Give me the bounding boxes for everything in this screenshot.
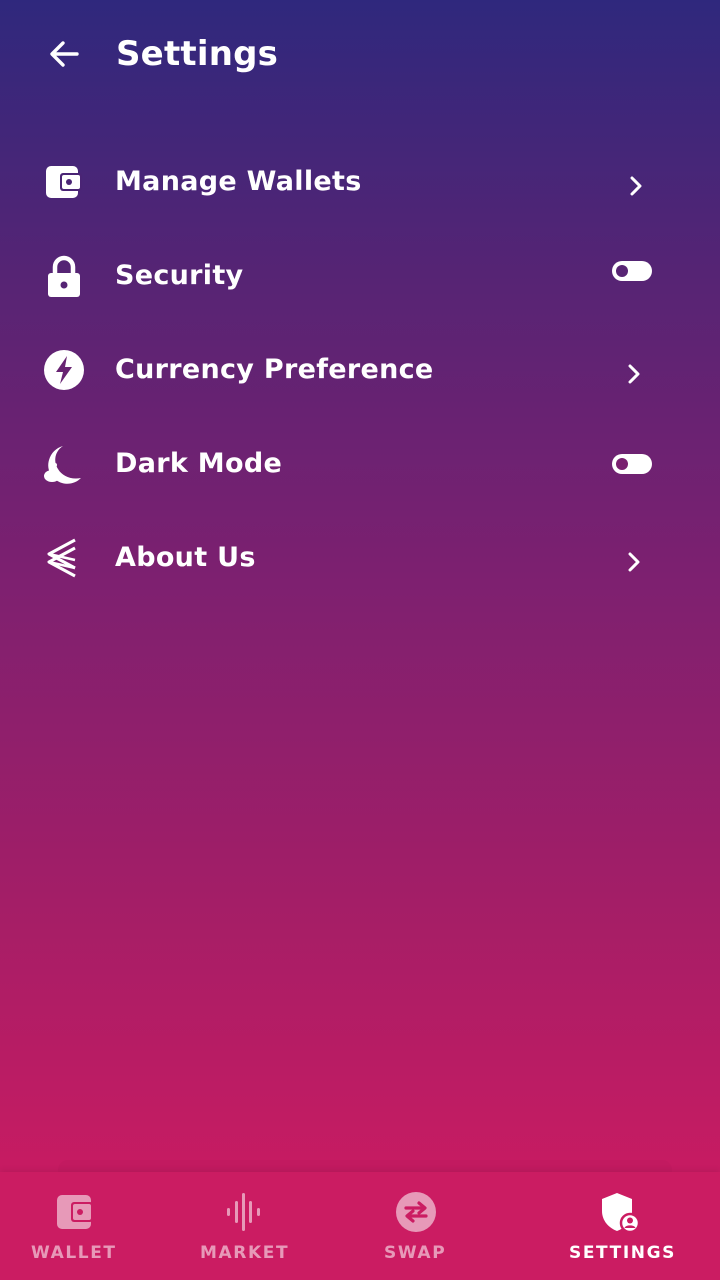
menu-item-label: Currency Preference xyxy=(115,354,434,385)
nav-item-wallet[interactable]: WALLET xyxy=(0,1172,150,1280)
menu-item-label: About Us xyxy=(115,542,256,573)
arrow-left-icon xyxy=(50,41,79,67)
nav-item-swap[interactable]: SWAP xyxy=(350,1172,490,1280)
nav-label: SWAP xyxy=(384,1243,447,1263)
swap-arrows-icon xyxy=(394,1190,438,1234)
menu-item-about-us[interactable]: About Us xyxy=(0,511,720,605)
app-header: Settings xyxy=(0,0,720,110)
nav-label: WALLET xyxy=(31,1243,117,1263)
bottom-navigation: WALLET MARKET SWAP SETTINGS xyxy=(0,1172,720,1280)
menu-item-dark-mode[interactable]: Dark Mode xyxy=(0,417,720,511)
menu-item-label: Manage Wallets xyxy=(115,166,362,197)
wallet-icon xyxy=(40,158,88,206)
chevron-right-icon xyxy=(618,358,650,390)
settings-menu: Manage Wallets Security Currency Prefere… xyxy=(0,135,720,605)
chevron-right-icon xyxy=(620,170,652,202)
lock-icon xyxy=(40,252,88,300)
layers-logo-icon xyxy=(40,534,88,582)
shield-user-icon xyxy=(596,1190,640,1234)
menu-item-currency-preference[interactable]: Currency Preference xyxy=(0,323,720,417)
menu-item-security[interactable]: Security xyxy=(0,229,720,323)
menu-item-label: Dark Mode xyxy=(115,448,283,479)
dark-mode-toggle[interactable] xyxy=(612,454,652,474)
security-toggle[interactable] xyxy=(612,261,652,281)
nav-item-settings[interactable]: SETTINGS xyxy=(540,1172,720,1280)
back-button[interactable] xyxy=(40,30,88,78)
nav-label: SETTINGS xyxy=(569,1243,676,1263)
lightning-icon xyxy=(40,346,88,394)
moon-icon xyxy=(40,440,88,488)
page-title: Settings xyxy=(116,34,279,74)
sound-wave-icon xyxy=(222,1190,266,1234)
chevron-right-icon xyxy=(618,546,650,578)
nav-label: MARKET xyxy=(200,1243,290,1263)
menu-item-label: Security xyxy=(115,260,244,291)
menu-item-manage-wallets[interactable]: Manage Wallets xyxy=(0,135,720,229)
wallet-icon xyxy=(53,1190,97,1234)
nav-item-market[interactable]: MARKET xyxy=(170,1172,320,1280)
